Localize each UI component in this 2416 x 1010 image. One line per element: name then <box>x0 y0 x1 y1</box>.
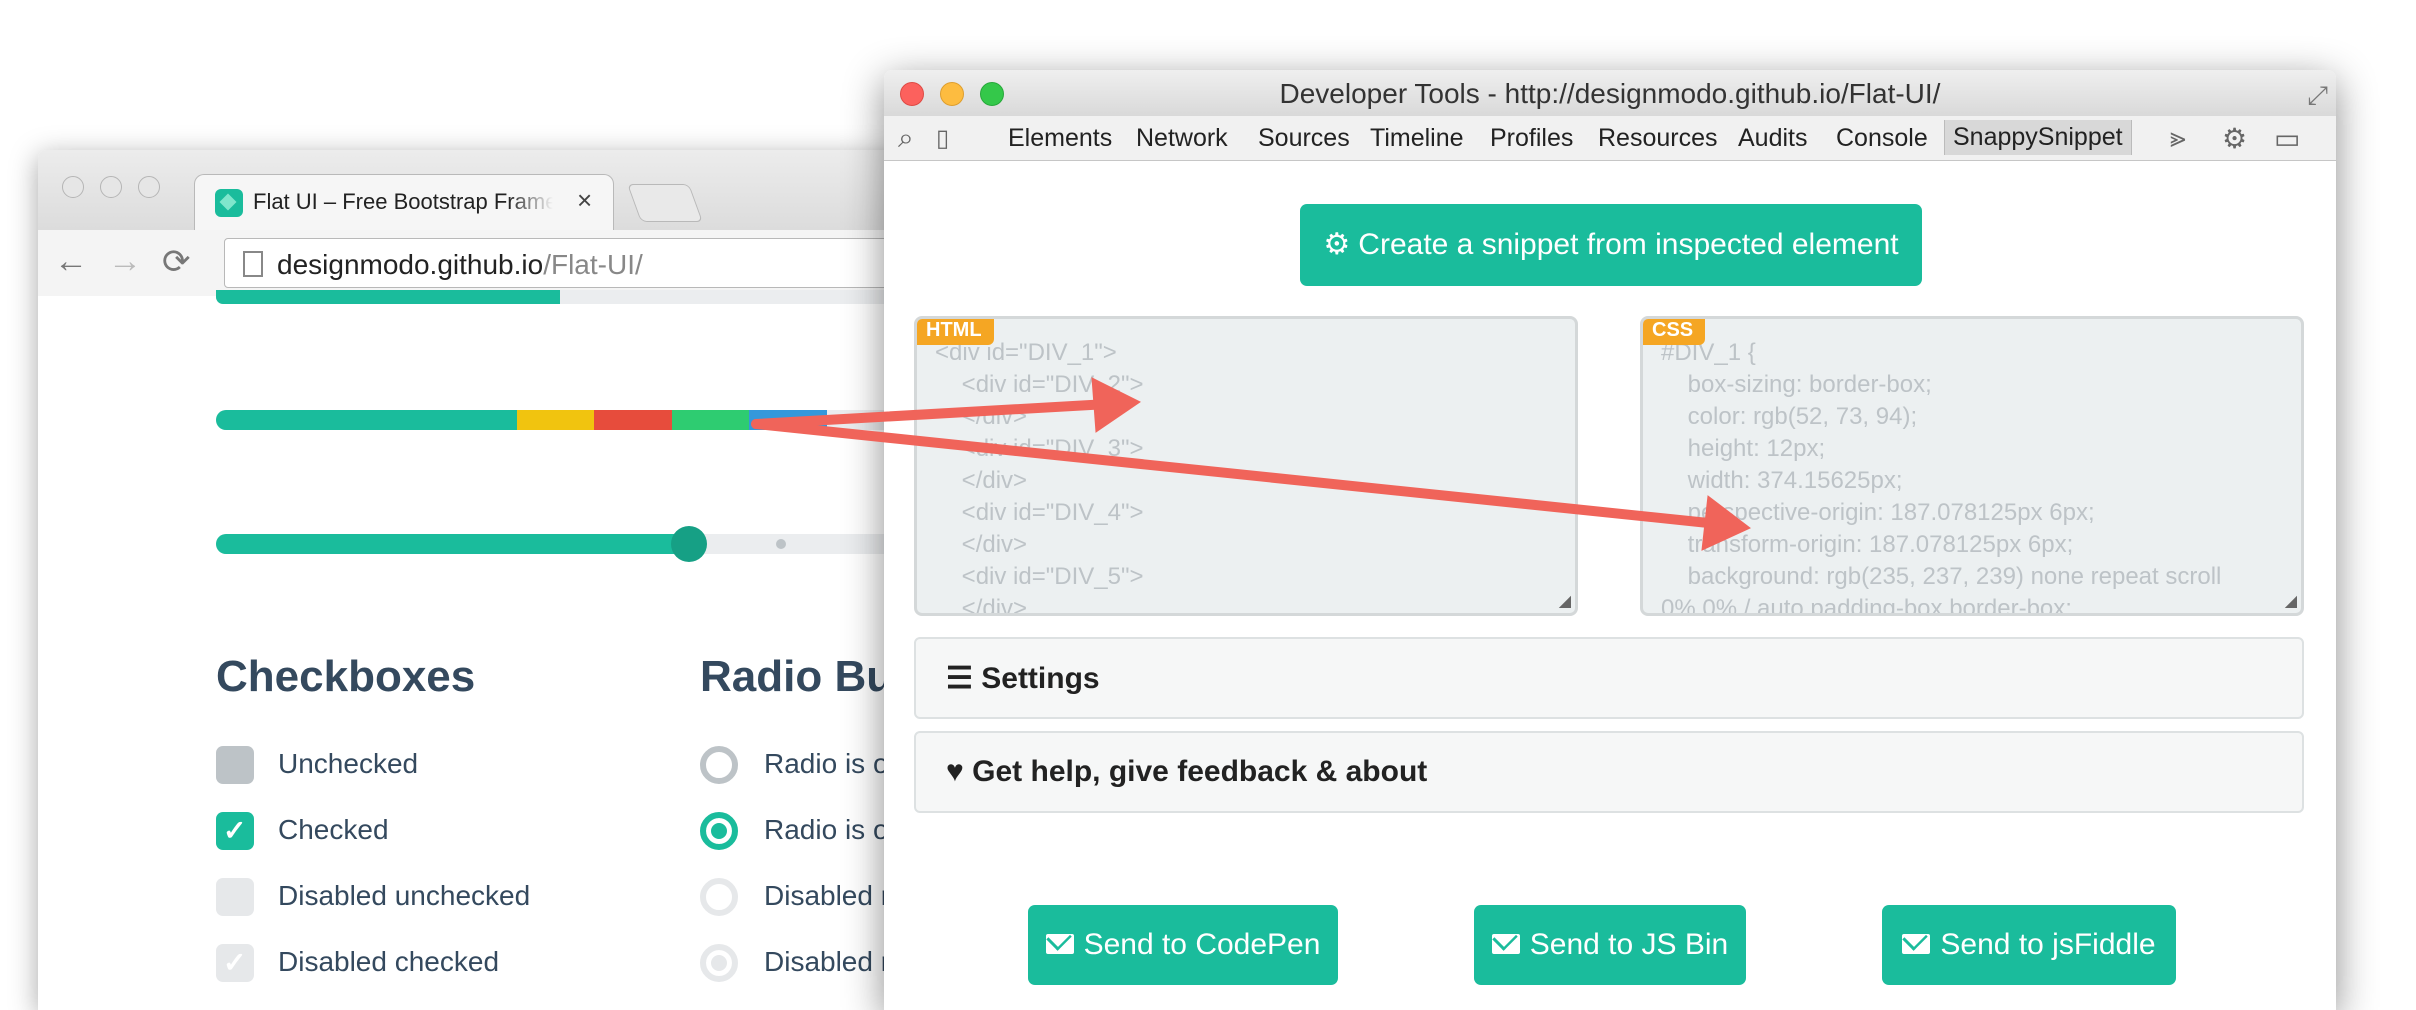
slider-tick <box>776 539 786 549</box>
checkbox[interactable]: ✓ <box>216 812 254 850</box>
settings-label: ☰ Settings <box>946 661 1100 696</box>
tab-profiles[interactable]: Profiles <box>1490 124 1573 153</box>
slider-handle[interactable] <box>671 526 707 562</box>
browser-tab[interactable]: Flat UI – Free Bootstrap Framework × <box>194 174 614 230</box>
reload-icon[interactable]: ⟳ <box>162 242 191 282</box>
multi-bar-segment <box>671 410 750 430</box>
checkbox-label: Unchecked <box>278 748 419 779</box>
gear-icon[interactable]: ⚙ <box>2222 122 2247 155</box>
tab-snappysnippet[interactable]: SnappySnippet <box>1944 120 2132 155</box>
resize-grip-icon[interactable]: ◢ <box>1559 591 1571 611</box>
tab-network[interactable]: Network <box>1136 124 1228 153</box>
settings-text: Settings <box>981 662 1100 695</box>
slider-fill <box>216 534 689 554</box>
css-output-textarea[interactable]: CSS #DIV_1 { box-sizing: border-box; col… <box>1640 316 2304 616</box>
dock-icon[interactable]: ▭ <box>2274 122 2300 155</box>
multi-bar-segment <box>517 410 595 430</box>
tab-console[interactable]: Console <box>1836 124 1928 153</box>
radio-button[interactable] <box>700 812 738 850</box>
checkbox: ✓ <box>216 944 254 982</box>
tab-title: Flat UI – Free Bootstrap Framework <box>253 189 553 214</box>
devtools-window-title: Developer Tools - http://designmodo.gith… <box>1279 78 1941 109</box>
devtools-toolbar: ⌕ ▯ Elements Network Sources Timeline Profil… <box>884 116 2336 161</box>
devtools-window: Developer Tools - http://designmodo.gith… <box>884 70 2336 1010</box>
back-arrow-icon[interactable]: ← <box>54 242 88 281</box>
device-mode-icon[interactable]: ▯ <box>936 124 949 153</box>
help-panel[interactable]: ♥ Get help, give feedback & about <box>914 731 2304 813</box>
page-icon <box>243 251 263 277</box>
drawer-icon[interactable]: ⪢ <box>2170 122 2186 155</box>
css-code: #DIV_1 { box-sizing: border-box; color: … <box>1661 339 2222 616</box>
fullscreen-icon[interactable]: ⤢ <box>2307 80 2328 112</box>
create-snippet-label: Create a snippet from inspected element <box>1358 228 1899 261</box>
devtools-titlebar: Developer Tools - http://designmodo.gith… <box>884 70 2336 116</box>
gear-icon: ⚙ <box>1323 228 1351 261</box>
tab-resources[interactable]: Resources <box>1598 124 1718 153</box>
send-to-jsbin-button[interactable]: Send to JS Bin <box>1474 905 1746 985</box>
checkmark-icon: ✓ <box>223 815 247 846</box>
heart-icon: ♥ <box>946 755 964 788</box>
html-output-textarea[interactable]: HTML <div id="DIV_1"> <div id="DIV_2"> <… <box>914 316 1578 616</box>
html-badge: HTML <box>917 319 994 345</box>
multi-bar-segment <box>749 410 827 430</box>
checkboxes-heading: Checkboxes <box>216 652 476 701</box>
send-codepen-label: Send to CodePen <box>1083 928 1321 961</box>
minimize-window-button[interactable] <box>100 176 122 198</box>
new-tab-button[interactable] <box>627 184 703 222</box>
envelope-icon <box>1902 934 1931 955</box>
create-snippet-button[interactable]: ⚙ Create a snippet from inspected element <box>1300 204 1922 286</box>
multi-bar-segment <box>216 410 517 430</box>
close-window-button[interactable] <box>62 176 84 198</box>
settings-panel[interactable]: ☰ Settings <box>914 637 2304 719</box>
tab-close-icon[interactable]: × <box>577 185 592 216</box>
checkbox-label: Disabled checked <box>278 946 500 977</box>
flat-ui-favicon-icon <box>215 189 243 217</box>
checkbox[interactable] <box>216 746 254 784</box>
tab-sources[interactable]: Sources <box>1258 124 1350 153</box>
progress-bar-fill <box>216 290 560 304</box>
tab-audits[interactable]: Audits <box>1738 124 1807 153</box>
multi-bar-segment <box>594 410 672 430</box>
checkbox-label: Disabled unchecked <box>278 880 531 911</box>
radio-button[interactable] <box>700 746 738 784</box>
resize-grip-icon[interactable]: ◢ <box>2285 591 2297 611</box>
radio-label: Radio is o <box>764 814 889 845</box>
send-jsbin-label: Send to JS Bin <box>1529 928 1729 961</box>
url-text: designmodo.github.io/Flat-UI/ <box>277 249 643 281</box>
checkbox <box>216 878 254 916</box>
checkbox-label: Checked <box>278 814 389 845</box>
html-code: <div id="DIV_1"> <div id="DIV_2"> </div>… <box>935 339 1144 616</box>
envelope-icon <box>1491 934 1520 955</box>
send-to-jsfiddle-button[interactable]: Send to jsFiddle <box>1882 905 2176 985</box>
forward-arrow-icon[interactable]: → <box>108 242 142 281</box>
url-host: designmodo.github.io <box>277 249 544 280</box>
radio-label: Radio is o <box>764 748 889 779</box>
radio-label: Disabled r <box>764 946 891 977</box>
radio-button <box>700 878 738 916</box>
radio-label: Disabled r <box>764 880 891 911</box>
snappysnippet-panel: ⚙ Create a snippet from inspected element… <box>884 161 2336 1010</box>
inspect-search-icon[interactable]: ⌕ <box>898 122 914 155</box>
bars-icon: ☰ <box>946 662 973 695</box>
url-path: /Flat-UI/ <box>543 249 643 280</box>
zoom-window-button[interactable] <box>138 176 160 198</box>
send-to-codepen-button[interactable]: Send to CodePen <box>1028 905 1338 985</box>
radio-buttons-heading: Radio Bu <box>700 652 894 701</box>
send-jsfiddle-label: Send to jsFiddle <box>1940 928 2156 961</box>
radio-button <box>700 944 738 982</box>
tab-elements[interactable]: Elements <box>1008 124 1112 153</box>
help-text: Get help, give feedback & about <box>972 755 1428 788</box>
help-label: ♥ Get help, give feedback & about <box>946 755 1427 789</box>
checkmark-icon: ✓ <box>223 947 247 978</box>
css-badge: CSS <box>1643 319 1706 345</box>
envelope-icon <box>1045 934 1074 955</box>
tab-timeline[interactable]: Timeline <box>1370 124 1464 153</box>
